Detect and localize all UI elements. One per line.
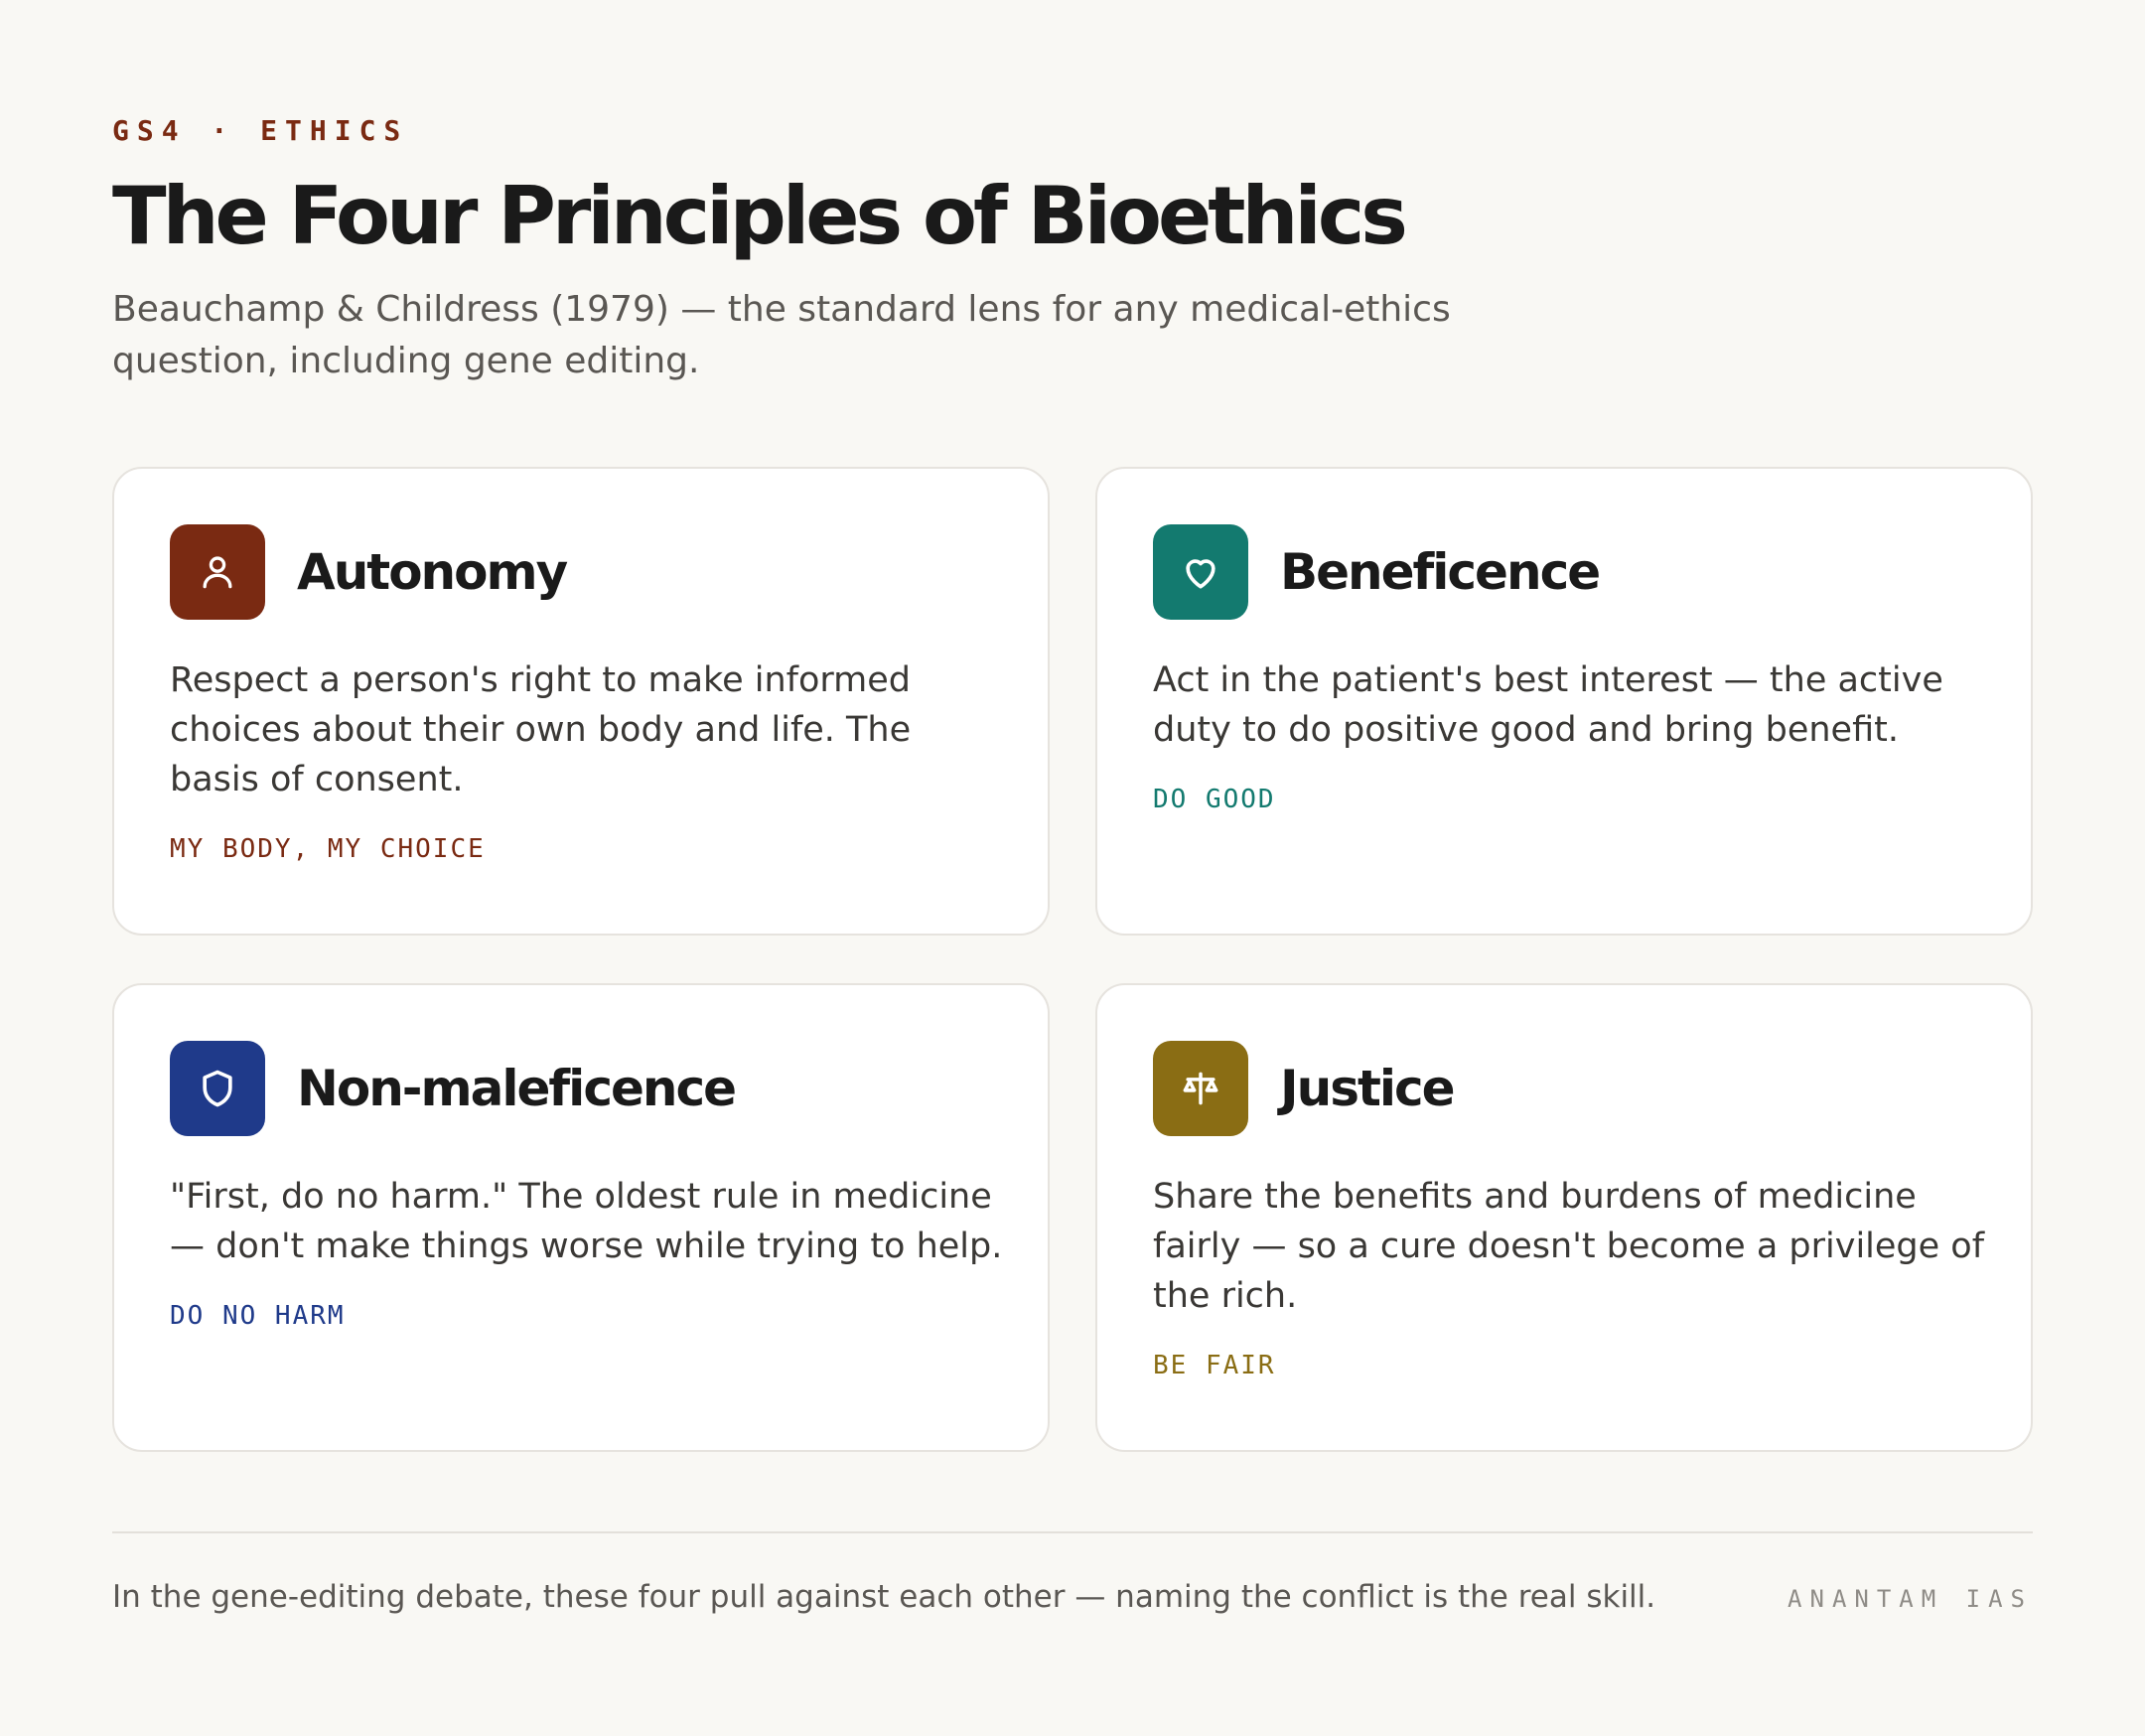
shield-icon (170, 1041, 265, 1136)
person-icon (170, 524, 265, 620)
scales-icon (1153, 1041, 1248, 1136)
card-autonomy: Autonomy Respect a person's right to mak… (112, 467, 1050, 936)
card-tag: MY BODY, MY CHOICE (170, 834, 486, 864)
card-title: Beneficence (1280, 543, 1601, 601)
heart-icon (1153, 524, 1248, 620)
footer-divider (112, 1531, 2033, 1533)
footer-note: In the gene-editing debate, these four p… (112, 1579, 1656, 1615)
brand-label: ANANTAM IAS (1788, 1585, 2033, 1613)
card-description: Act in the patient's best interest — the… (1153, 660, 1943, 750)
card-non-maleficence: Non-maleficence "First, do no harm." The… (112, 983, 1050, 1452)
card-tag: DO NO HARM (170, 1301, 346, 1331)
card-beneficence: Beneficence Act in the patient's best in… (1095, 467, 2033, 936)
card-tag: BE FAIR (1153, 1351, 1276, 1380)
card-description: Respect a person's right to make informe… (170, 660, 912, 799)
card-justice: Justice Share the benefits and burdens o… (1095, 983, 2033, 1452)
card-header: Justice (1153, 1041, 1975, 1136)
card-header: Autonomy (170, 524, 992, 620)
card-description: Share the benefits and burdens of medici… (1153, 1177, 1985, 1316)
card-tag: DO GOOD (1153, 785, 1276, 814)
principles-grid: Autonomy Respect a person's right to mak… (112, 467, 2033, 1452)
card-title: Non-maleficence (297, 1060, 737, 1117)
page-header: GS4 · ETHICS The Four Principles of Bioe… (112, 109, 2033, 387)
card-title: Justice (1280, 1060, 1456, 1117)
eyebrow-label: GS4 · ETHICS (112, 114, 409, 147)
card-header: Non-maleficence (170, 1041, 992, 1136)
card-description: "First, do no harm." The oldest rule in … (170, 1177, 1003, 1266)
card-header: Beneficence (1153, 524, 1975, 620)
page-subtitle: Beauchamp & Childress (1979) — the stand… (112, 289, 1451, 381)
card-title: Autonomy (297, 543, 568, 601)
page-title: The Four Principles of Bioethics (112, 170, 1408, 262)
